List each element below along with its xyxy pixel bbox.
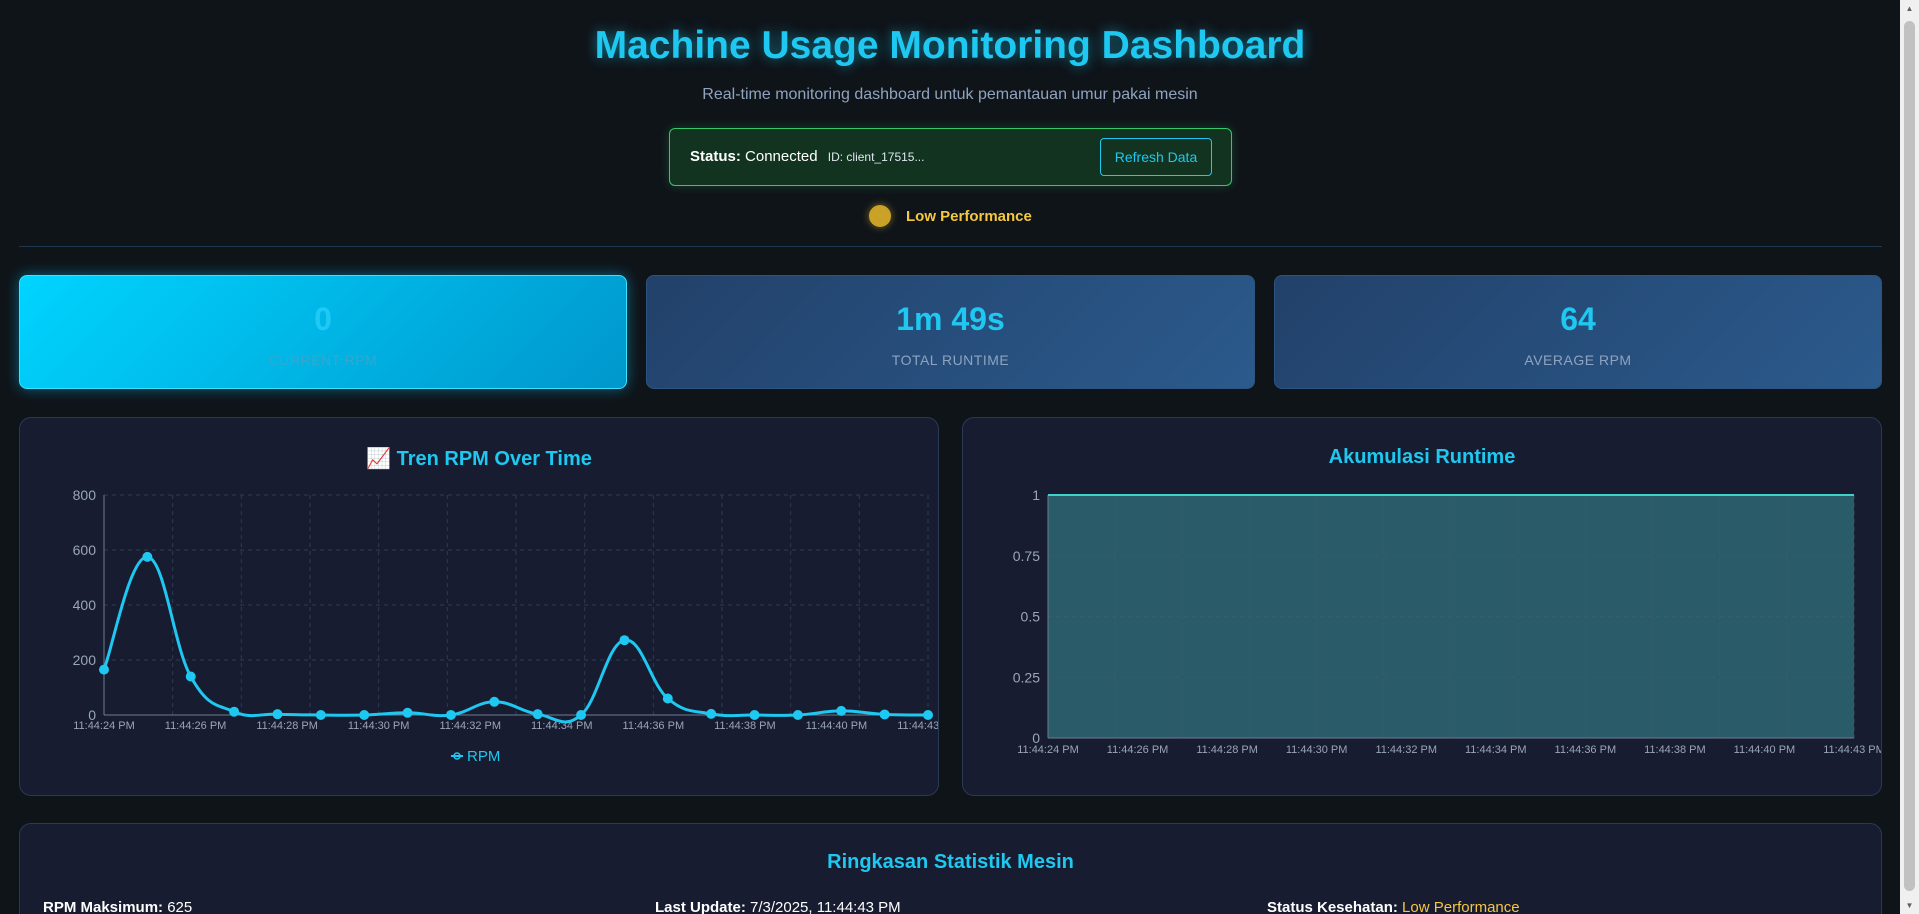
- runtime-accumulation-panel: Akumulasi Runtime 0 0.25 0.5 0.75 1 11:44:24 …: [962, 417, 1882, 796]
- health-status-value: Low Performance: [1402, 899, 1520, 914]
- machine-summary-panel: Ringkasan Statistik Mesin RPM Maksimum: …: [19, 823, 1882, 914]
- rpm-gridlines: [103, 494, 929, 716]
- runtime-x-tick-label: 11:44:36 PM: [1555, 744, 1617, 756]
- rpm-y-tick-label: 600: [73, 542, 97, 558]
- runtime-x-tick-label: 11:44:28 PM: [1196, 744, 1258, 756]
- rpm-x-tick-label: 11:44:38 PM: [714, 720, 776, 732]
- rpm-data-point: [402, 707, 413, 718]
- average-rpm-label: AVERAGE RPM: [1524, 352, 1632, 368]
- runtime-area-chart: 00.250.50.75111:44:24 PM 11:44:26 PM 11:44…: [1013, 487, 1881, 756]
- rpm-data-point: [272, 709, 283, 720]
- total-runtime-card[interactable]: 1m 49s TOTAL RUNTIME: [646, 275, 1255, 389]
- rpm-x-tick-label: 11:44:28 PM: [256, 720, 318, 732]
- rpm-data-point: [662, 693, 673, 704]
- runtime-y-tick-label: 0.75: [1013, 548, 1040, 564]
- status-value: Connected: [745, 148, 818, 165]
- average-rpm-value: 64: [1560, 301, 1596, 337]
- rpm-legend-label: RPM: [467, 748, 500, 765]
- runtime-x-tick-label: 11:44:24 PM: [1017, 744, 1079, 756]
- rpm-data-point: [576, 710, 587, 720]
- refresh-data-button[interactable]: Refresh Data: [1100, 138, 1212, 176]
- rpm-data-point: [359, 710, 370, 720]
- max-rpm-value: 625: [167, 899, 193, 914]
- current-rpm-value: 0: [314, 301, 332, 337]
- rpm-x-tick-label: 11:44:40 PM: [806, 720, 868, 732]
- rpm-data-point: [229, 706, 240, 717]
- rpm-x-tick-label: 11:44:26 PM: [165, 720, 227, 732]
- rpm-data-point: [749, 710, 760, 720]
- performance-status-dot: [869, 205, 891, 227]
- rpm-x-tick-label: 11:44:36 PM: [623, 720, 685, 732]
- runtime-x-tick-label: 11:44:38 PM: [1644, 744, 1706, 756]
- health-status-label: Status Kesehatan:: [1267, 899, 1398, 914]
- total-runtime-value: 1m 49s: [896, 301, 1005, 337]
- dashboard-page: Machine Usage Monitoring Dashboard Real-…: [0, 0, 1900, 914]
- client-id: ID: client_17515...: [827, 150, 925, 164]
- rpm-data-point: [532, 709, 543, 720]
- current-rpm-label: CURRENT RPM: [268, 352, 378, 368]
- runtime-x-tick-label: 11:44:30 PM: [1286, 744, 1348, 756]
- runtime-x-tick-label: 11:44:34 PM: [1465, 744, 1527, 756]
- average-rpm-card[interactable]: 64 AVERAGE RPM: [1274, 275, 1882, 389]
- rpm-data-point: [619, 635, 630, 646]
- rpm-x-tick-label: 11:44:32 PM: [439, 720, 501, 732]
- runtime-y-tick-label: 0.5: [1021, 609, 1041, 625]
- rpm-y-tick-label: 400: [73, 597, 97, 613]
- rpm-x-tick-label: 11:44:43 PM: [897, 720, 938, 732]
- connection-status-text: Status: Connected ID: client_17515...: [690, 148, 924, 165]
- runtime-y-tick-label: 0.25: [1013, 669, 1040, 685]
- vertical-scrollbar[interactable]: ▲ ▼: [1900, 0, 1919, 914]
- status-label: Status:: [690, 148, 741, 165]
- rpm-y-tick-label: 200: [73, 652, 97, 668]
- rpm-data-point: [315, 710, 326, 720]
- header-divider: [19, 246, 1882, 247]
- performance-indicator: Low Performance: [869, 205, 1032, 227]
- runtime-y-tick-label: 1: [1032, 487, 1040, 503]
- page-title: Machine Usage Monitoring Dashboard: [594, 24, 1306, 67]
- rpm-data-point: [489, 696, 500, 707]
- page-subtitle: Real-time monitoring dashboard untuk pem…: [702, 86, 1198, 103]
- rpm-data-point: [185, 671, 196, 682]
- scrollbar-thumb[interactable]: [1904, 21, 1915, 891]
- connection-status-panel: Status: Connected ID: client_17515... Re…: [669, 128, 1232, 186]
- rpm-data-point: [142, 551, 153, 562]
- rpm-y-tick-label: 800: [73, 487, 97, 503]
- last-update-value: 7/3/2025, 11:44:43 PM: [750, 899, 901, 914]
- runtime-x-tick-label: 11:44:26 PM: [1107, 744, 1169, 756]
- runtime-x-tick-label: 11:44:40 PM: [1734, 744, 1796, 756]
- last-update-label: Last Update:: [655, 899, 746, 914]
- rpm-data-point: [792, 710, 803, 720]
- rpm-data-point: [99, 664, 109, 675]
- rpm-line-chart: 020040060080011:44:24 PM 11:44:26 PM 11:44…: [73, 487, 938, 765]
- rpm-data-point: [445, 710, 456, 720]
- performance-label: Low Performance: [906, 207, 1032, 225]
- rpm-trend-panel: 📈 Tren RPM Over Time 0 200 400 600 800 11:44:…: [19, 417, 939, 796]
- summary-health-status: Status Kesehatan: Low Performance: [1267, 899, 1520, 914]
- rpm-data-point: [879, 709, 890, 720]
- rpm-data-point: [836, 705, 847, 716]
- rpm-legend: RPM: [451, 748, 500, 765]
- runtime-x-tick-label: 11:44:43 PM: [1823, 744, 1881, 756]
- rpm-x-tick-label: 11:44:30 PM: [348, 720, 410, 732]
- total-runtime-label: TOTAL RUNTIME: [891, 352, 1010, 368]
- max-rpm-label: RPM Maksimum:: [43, 899, 164, 914]
- rpm-data-point: [923, 710, 933, 720]
- current-rpm-card[interactable]: 0 CURRENT RPM: [19, 275, 627, 389]
- scroll-down-arrow-icon[interactable]: ▼: [1900, 897, 1919, 914]
- summary-last-update: Last Update: 7/3/2025, 11:44:43 PM: [655, 899, 901, 914]
- summary-max-rpm: RPM Maksimum: 625: [43, 899, 192, 914]
- rpm-data-point: [706, 708, 717, 719]
- scroll-up-arrow-icon[interactable]: ▲: [1900, 0, 1919, 17]
- summary-title: Ringkasan Statistik Mesin: [827, 851, 1074, 873]
- rpm-x-tick-label: 11:44:24 PM: [73, 720, 135, 732]
- runtime-x-tick-label: 11:44:32 PM: [1375, 744, 1437, 756]
